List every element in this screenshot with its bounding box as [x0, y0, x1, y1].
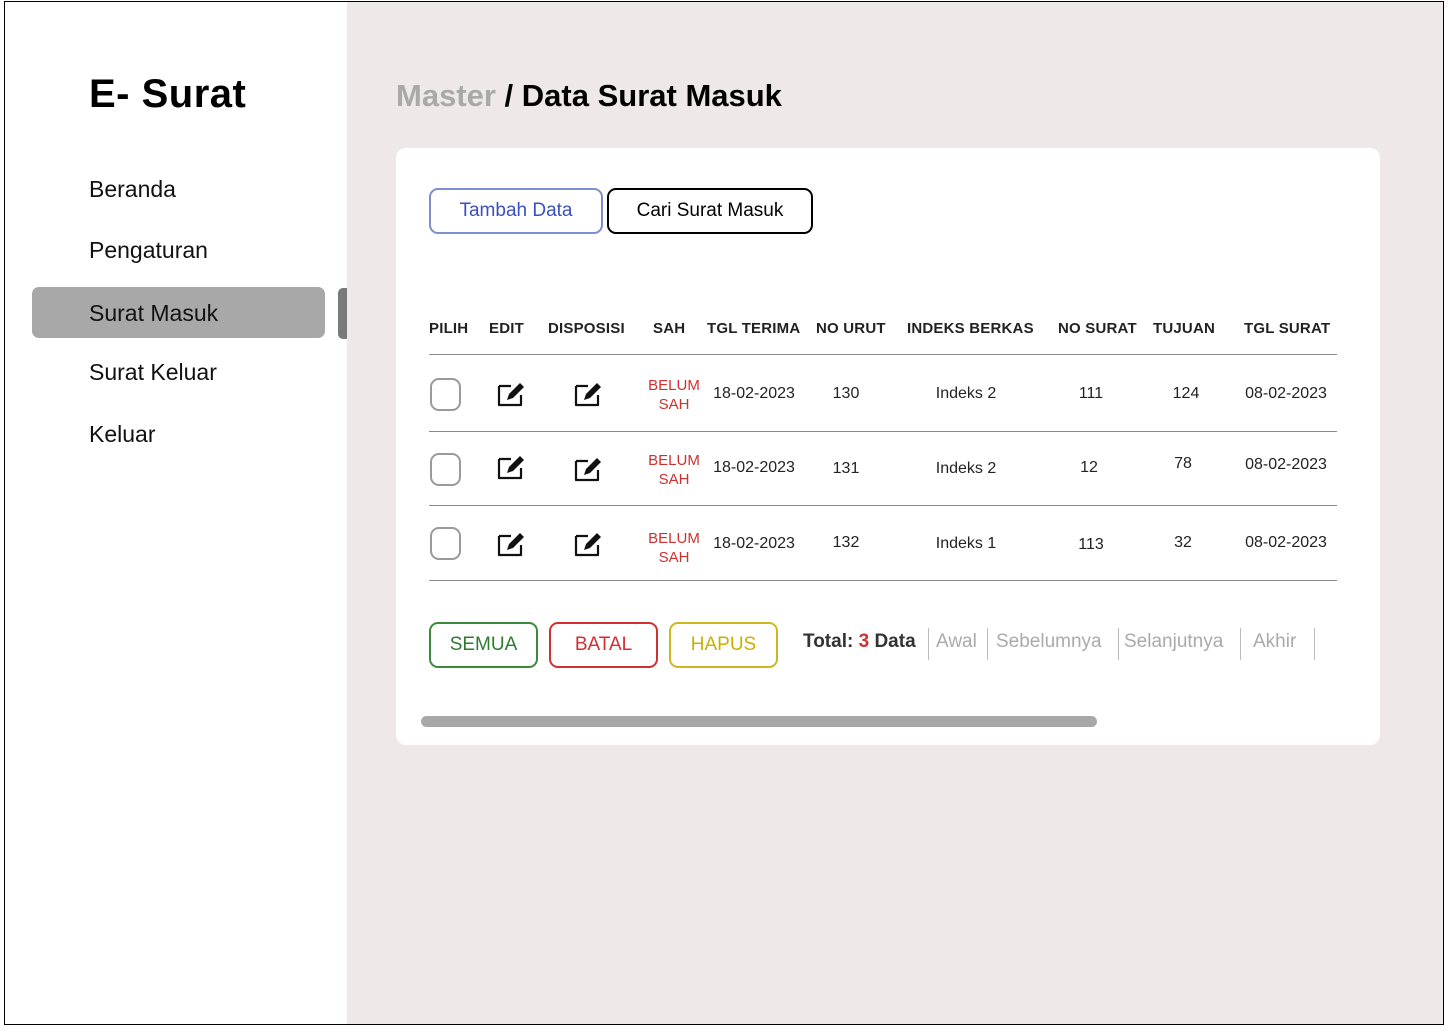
cancel-button[interactable]: BATAL [549, 622, 658, 668]
column-header-tgl-surat: TGL SURAT [1244, 320, 1331, 337]
edit-icon[interactable] [573, 531, 605, 559]
table-divider [429, 354, 1337, 355]
pagination-next[interactable]: Selanjutnya [1124, 631, 1223, 653]
status-line: SAH [658, 396, 690, 413]
cell-tujuan: 78 [1174, 455, 1192, 472]
edit-icon[interactable] [573, 456, 605, 484]
status-line: BELUM [648, 377, 700, 394]
status-badge: BELUM SAH [648, 529, 700, 567]
column-header-pilih: PILIH [429, 320, 469, 337]
cell-tujuan: 32 [1174, 534, 1192, 551]
column-header-tgl-terima: TGL TERIMA [707, 320, 801, 337]
cell-indeks: Indeks 2 [935, 460, 997, 477]
edit-icon[interactable] [573, 381, 605, 409]
pagination-divider [987, 628, 988, 660]
row-select-checkbox[interactable] [430, 527, 461, 560]
column-header-disposisi: DISPOSISI [548, 320, 625, 337]
data-card: Tambah Data Cari Surat Masuk PILIH EDIT … [396, 148, 1380, 745]
app-window: E- Surat Beranda Pengaturan Surat Masuk … [4, 1, 1444, 1025]
total-count: Total: 3 Data [803, 631, 916, 653]
cell-no-urut: 132 [832, 534, 860, 551]
sidebar-item-surat-keluar[interactable]: Surat Keluar [89, 359, 217, 386]
cell-no-surat: 111 [1078, 385, 1104, 402]
status-line: SAH [658, 549, 690, 566]
column-header-no-urut: NO URUT [816, 320, 886, 337]
row-select-checkbox[interactable] [430, 453, 461, 486]
table-divider [429, 580, 1337, 581]
status-line: SAH [658, 471, 690, 488]
cell-no-surat: 113 [1078, 536, 1104, 553]
delete-button[interactable]: HAPUS [669, 622, 778, 668]
status-line: BELUM [648, 452, 700, 469]
column-header-indeks-berkas: INDEKS BERKAS [907, 320, 1034, 337]
add-data-button[interactable]: Tambah Data [429, 188, 603, 234]
cell-tujuan: 124 [1172, 385, 1200, 402]
cell-tgl-surat: 08-02-2023 [1245, 534, 1327, 551]
main-content: Master / Data Surat Masuk Tambah Data Ca… [347, 2, 1443, 1024]
cell-no-urut: 130 [832, 385, 860, 402]
pagination-last[interactable]: Akhir [1253, 631, 1296, 653]
breadcrumb: Master / Data Surat Masuk [396, 78, 782, 114]
sidebar-item-pengaturan[interactable]: Pengaturan [89, 237, 208, 264]
search-incoming-button[interactable]: Cari Surat Masuk [607, 188, 813, 234]
pagination-prev[interactable]: Sebelumnya [996, 631, 1102, 653]
breadcrumb-parent[interactable]: Master [396, 78, 496, 113]
column-header-tujuan: TUJUAN [1153, 320, 1216, 337]
edit-icon[interactable] [496, 381, 528, 409]
status-line: BELUM [648, 530, 700, 547]
sidebar-item-beranda[interactable]: Beranda [89, 176, 176, 203]
row-select-checkbox[interactable] [430, 378, 461, 411]
total-number: 3 [858, 631, 870, 652]
table-divider [429, 431, 1337, 432]
pagination-divider [1314, 628, 1315, 660]
table-divider [429, 505, 1337, 506]
pagination-divider [928, 628, 929, 660]
cell-no-urut: 131 [832, 460, 860, 477]
cell-tgl-terima: 18-02-2023 [713, 535, 795, 552]
edit-icon[interactable] [496, 531, 528, 559]
status-badge: BELUM SAH [648, 451, 700, 489]
cell-no-surat: 12 [1080, 459, 1098, 476]
horizontal-scrollbar[interactable] [421, 716, 1097, 727]
breadcrumb-separator: / [495, 78, 522, 113]
sidebar-item-keluar[interactable]: Keluar [89, 421, 155, 448]
pagination-divider [1118, 628, 1119, 660]
status-badge: BELUM SAH [648, 376, 700, 414]
select-all-button[interactable]: SEMUA [429, 622, 538, 668]
cell-indeks: Indeks 2 [935, 385, 997, 402]
cell-tgl-terima: 18-02-2023 [713, 385, 795, 402]
cell-tgl-surat: 08-02-2023 [1245, 385, 1327, 402]
column-header-no-surat: NO SURAT [1058, 320, 1137, 337]
sidebar-item-surat-masuk[interactable]: Surat Masuk [89, 300, 218, 327]
pagination-divider [1240, 628, 1241, 660]
sidebar-active-marker [338, 288, 347, 339]
app-title: E- Surat [89, 72, 247, 116]
total-suffix: Data [869, 631, 916, 652]
total-prefix: Total: [803, 631, 859, 652]
edit-icon[interactable] [496, 454, 528, 482]
cell-indeks: Indeks 1 [935, 535, 997, 552]
page-title: Data Surat Masuk [521, 78, 782, 113]
pagination-first[interactable]: Awal [936, 631, 977, 653]
column-header-edit: EDIT [489, 320, 524, 337]
sidebar: E- Surat Beranda Pengaturan Surat Masuk … [5, 2, 347, 1024]
column-header-sah: SAH [653, 320, 686, 337]
cell-tgl-surat: 08-02-2023 [1245, 456, 1327, 473]
cell-tgl-terima: 18-02-2023 [713, 459, 795, 476]
